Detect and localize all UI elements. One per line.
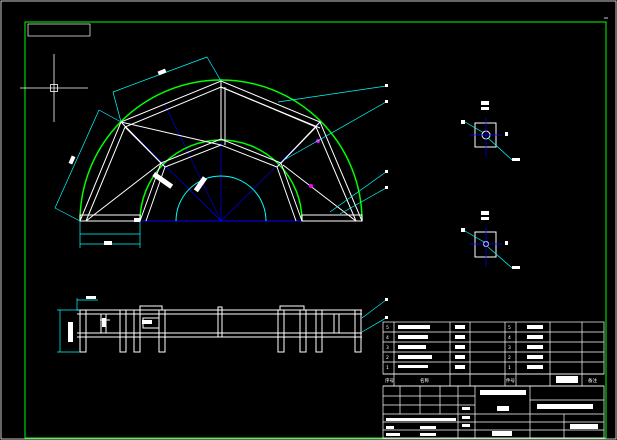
parts-row-no-right: 5 xyxy=(508,325,511,331)
plan-view xyxy=(54,56,388,248)
parts-row-no-right: 1 xyxy=(508,365,511,371)
parts-row-no-right: 3 xyxy=(508,345,511,351)
parts-header-remark: 备注 xyxy=(588,377,597,384)
parts-header-name: 名称 xyxy=(420,377,429,384)
parts-row-no: 4 xyxy=(386,335,389,341)
parts-row-no: 3 xyxy=(386,345,389,351)
outer-sheet-border xyxy=(0,0,617,440)
parts-row-no: 1 xyxy=(386,365,389,371)
parts-row-no: 5 xyxy=(386,325,389,331)
frame-corner-label-box xyxy=(27,23,91,37)
parts-row-no: 2 xyxy=(386,355,389,361)
parts-row-no-right: 2 xyxy=(508,355,511,361)
cad-drawing-canvas[interactable]: 5 4 3 2 1 5 4 3 2 1 序号 名称 件号 备注 xyxy=(0,0,617,440)
parts-list: 5 4 3 2 1 5 4 3 2 1 序号 名称 件号 备注 xyxy=(382,321,605,387)
title-block xyxy=(382,385,605,439)
parts-header-no: 序号 xyxy=(385,377,394,384)
elevation-view xyxy=(57,296,388,353)
detail-view-1 xyxy=(461,101,520,161)
parts-header-code: 件号 xyxy=(506,377,515,384)
detail-view-2 xyxy=(461,211,520,269)
drawing-frame xyxy=(24,21,607,439)
parts-row-no-right: 4 xyxy=(508,335,511,341)
crosshair-icon xyxy=(20,54,88,122)
